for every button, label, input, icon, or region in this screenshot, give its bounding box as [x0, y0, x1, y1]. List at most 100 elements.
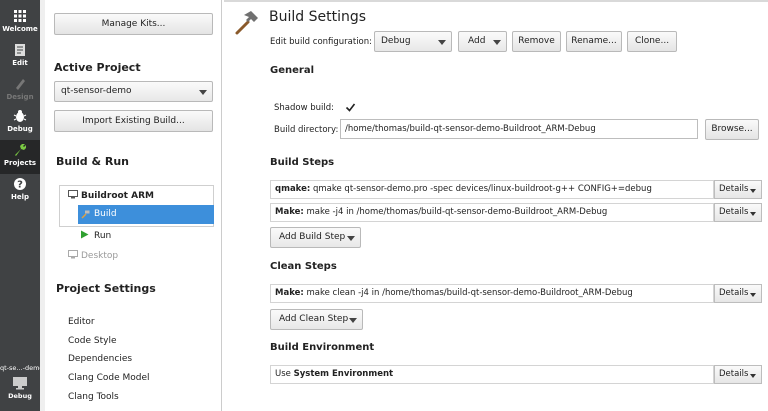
clone-config-button[interactable]: Clone...	[627, 31, 677, 52]
bug-icon	[13, 110, 27, 122]
wrench-icon	[15, 144, 26, 156]
build-environment-summary: Use System Environment	[270, 365, 714, 384]
add-build-step-button[interactable]: Add Build Step	[270, 227, 361, 248]
make-details-button[interactable]: Details	[714, 203, 762, 222]
chevron-down-icon	[750, 293, 756, 297]
mode-projects[interactable]: Projects	[0, 140, 40, 174]
environment-details-button[interactable]: Details	[714, 365, 762, 384]
project-settings-heading: Project Settings	[56, 282, 156, 295]
chevron-down-icon	[750, 212, 756, 216]
kit-selector-project: qt-se...-demo	[0, 364, 40, 372]
chevron-down-icon	[438, 39, 446, 45]
active-project-value: qt-sensor-demo	[61, 86, 132, 96]
divider	[224, 0, 768, 2]
build-item-label: Build	[94, 209, 117, 219]
monitor-icon	[68, 250, 78, 259]
mode-bar: Welcome Edit Design Debug Projects ? Hel…	[0, 0, 40, 411]
mode-welcome[interactable]: Welcome	[0, 6, 40, 40]
remove-config-button[interactable]: Remove	[512, 31, 561, 52]
details-label: Details	[719, 288, 749, 298]
mode-label: Edit	[12, 59, 28, 67]
mode-debug[interactable]: Debug	[0, 106, 40, 140]
qmake-step: qmake: qmake qt-sensor-demo.pro -spec de…	[270, 180, 714, 199]
grid-icon	[14, 10, 26, 22]
add-clean-step-label: Add Clean Step	[279, 314, 349, 324]
build-config-combo[interactable]: Debug	[374, 31, 452, 52]
settings-item-editor[interactable]: Editor	[68, 317, 95, 327]
active-project-heading: Active Project	[54, 61, 141, 74]
add-config-label: Add	[468, 36, 486, 46]
step-prefix: Make:	[275, 207, 304, 217]
clean-details-button[interactable]: Details	[714, 284, 762, 303]
edit-config-label: Edit build configuration:	[270, 37, 373, 47]
step-command: qmake qt-sensor-demo.pro -spec devices/l…	[312, 184, 652, 194]
active-project-combo[interactable]: qt-sensor-demo	[54, 81, 213, 102]
build-directory-input[interactable]: /home/thomas/build-qt-sensor-demo-Buildr…	[340, 119, 698, 139]
settings-item-clang-tools[interactable]: Clang Tools	[68, 392, 119, 402]
build-settings-panel: Build Settings Edit build configuration:…	[224, 0, 768, 411]
chevron-down-icon	[750, 189, 756, 193]
details-label: Details	[719, 369, 749, 379]
general-heading: General	[270, 65, 314, 76]
details-label: Details	[719, 207, 749, 217]
clean-step: Make: make clean -j4 in /home/thomas/bui…	[270, 284, 714, 303]
clean-steps-heading: Clean Steps	[270, 261, 337, 272]
kit-selector[interactable]: qt-se...-demo Debug	[0, 358, 40, 411]
monitor-icon	[13, 377, 27, 390]
make-step: Make: make -j4 in /home/thomas/build-qt-…	[270, 203, 714, 222]
qmake-details-button[interactable]: Details	[714, 180, 762, 199]
manage-kits-button[interactable]: Manage Kits...	[54, 13, 213, 35]
svg-text:?: ?	[17, 180, 23, 191]
step-prefix: qmake:	[275, 184, 311, 194]
step-prefix: Make:	[275, 288, 304, 298]
mode-help[interactable]: ? Help	[0, 174, 40, 208]
step-command: make clean -j4 in /home/thomas/build-qt-…	[306, 288, 633, 298]
import-existing-build-button[interactable]: Import Existing Build...	[54, 110, 213, 132]
build-environment-heading: Build Environment	[270, 342, 375, 353]
rename-config-button[interactable]: Rename...	[566, 31, 622, 52]
mode-label: Help	[10, 193, 30, 201]
kit-buildroot-arm[interactable]: Buildroot ARM	[68, 190, 154, 201]
help-icon: ?	[14, 178, 26, 191]
build-directory-label: Build directory:	[274, 125, 339, 135]
build-item[interactable]: Build	[78, 205, 214, 224]
browse-button[interactable]: Browse...	[705, 119, 759, 140]
chevron-down-icon	[493, 39, 501, 45]
document-icon	[15, 44, 25, 56]
play-icon	[81, 230, 89, 239]
mode-edit[interactable]: Edit	[0, 40, 40, 74]
page-title: Build Settings	[269, 9, 367, 25]
hammer-icon	[235, 11, 258, 35]
shadow-build-label: Shadow build:	[274, 103, 335, 113]
env-value: System Environment	[293, 369, 394, 379]
settings-item-code-style[interactable]: Code Style	[68, 336, 117, 346]
pen-icon	[16, 79, 25, 90]
mode-label: Debug	[7, 125, 33, 133]
kit-label: Buildroot ARM	[81, 191, 154, 201]
chevron-down-icon	[199, 89, 207, 95]
add-config-button[interactable]: Add	[458, 31, 507, 52]
settings-item-clang-code-model[interactable]: Clang Code Model	[68, 373, 150, 383]
add-clean-step-button[interactable]: Add Clean Step	[270, 309, 363, 330]
details-label: Details	[719, 184, 749, 194]
add-build-step-label: Add Build Step	[279, 232, 346, 242]
kit-label: Desktop	[81, 251, 119, 261]
settings-item-dependencies[interactable]: Dependencies	[68, 354, 132, 364]
mode-label: Projects	[3, 159, 37, 167]
build-config-value: Debug	[381, 36, 411, 46]
kit-selector-build-type: Debug	[8, 392, 32, 400]
chevron-down-icon	[347, 235, 355, 241]
run-item[interactable]: Run	[80, 230, 111, 241]
mode-design[interactable]: Design	[0, 74, 40, 108]
chevron-down-icon	[750, 374, 756, 378]
monitor-icon	[68, 190, 78, 199]
build-steps-heading: Build Steps	[270, 157, 335, 168]
projects-navigation: Manage Kits... Active Project qt-sensor-…	[45, 0, 222, 411]
shadow-build-checkbox[interactable]	[345, 102, 356, 113]
hammer-icon	[81, 210, 90, 219]
mode-label: Welcome	[2, 25, 38, 33]
mode-label: Design	[6, 93, 34, 101]
chevron-down-icon	[349, 317, 357, 323]
kit-desktop[interactable]: Desktop	[68, 250, 118, 261]
build-run-heading: Build & Run	[56, 155, 130, 168]
